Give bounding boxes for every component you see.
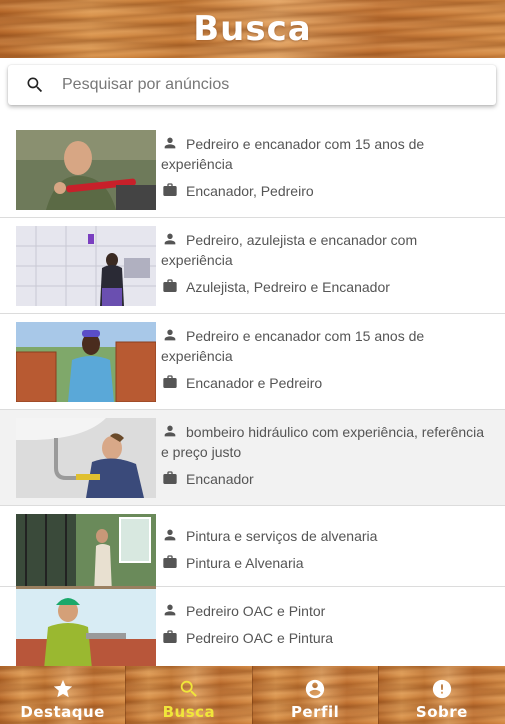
tab-label: Perfil (290, 703, 340, 721)
briefcase-icon (161, 374, 179, 390)
tab-label: Sobre (415, 703, 468, 721)
briefcase-icon (161, 554, 179, 570)
person-icon (161, 602, 179, 618)
person-icon (161, 135, 179, 151)
listing-title: Pintura e serviços de alvenaria (186, 528, 378, 544)
tab-sobre[interactable]: Sobre (378, 666, 505, 724)
listing-category: Encanador e Pedreiro (186, 375, 323, 391)
listing-photo (16, 514, 156, 594)
listing-category: Encanador, Pedreiro (186, 183, 314, 199)
listing-category: Azulejista, Pedreiro e Encanador (186, 279, 390, 295)
list-item[interactable]: Pedreiro e encanador com 15 anos de expe… (0, 314, 505, 410)
account-circle-icon (304, 677, 326, 701)
briefcase-icon (161, 278, 179, 294)
person-icon (161, 527, 179, 543)
tab-destaque[interactable]: Destaque (0, 666, 127, 724)
list-item[interactable]: Pedreiro OAC e Pintor Pedreiro OAC e Pin… (0, 587, 505, 666)
list-item[interactable]: bombeiro hidráulico com experiência, ref… (0, 410, 505, 506)
person-icon (161, 423, 179, 439)
app-header: Busca (0, 0, 505, 58)
listing-title: bombeiro hidráulico com experiência, ref… (161, 424, 485, 460)
listing-title: Pedreiro e encanador com 15 anos de expe… (161, 328, 425, 364)
listing-photo (16, 226, 156, 306)
listing-title: Pedreiro OAC e Pintor (186, 603, 326, 619)
bottom-nav: Destaque Busca Perfil Sobre (0, 666, 505, 724)
listing-photo (16, 418, 156, 498)
list-item[interactable]: Pedreiro, azulejista e encanador com exp… (0, 218, 505, 314)
briefcase-icon (161, 470, 179, 486)
listing-photo (16, 322, 156, 402)
list-item[interactable]: Pedreiro e encanador com 15 anos de expe… (0, 122, 505, 218)
tab-label: Destaque (20, 703, 105, 721)
listing-photo (16, 130, 156, 210)
listing-category: Pintura e Alvenaria (186, 555, 304, 571)
search-bar[interactable] (8, 65, 496, 105)
info-icon (431, 677, 453, 701)
listing-category: Encanador (186, 471, 254, 487)
listing-category: Pedreiro OAC e Pintura (186, 630, 334, 646)
listing-list: Pedreiro e encanador com 15 anos de expe… (0, 122, 505, 666)
search-icon (178, 677, 200, 701)
star-icon (52, 677, 74, 701)
tab-perfil[interactable]: Perfil (252, 666, 379, 724)
tab-busca[interactable]: Busca (126, 666, 253, 724)
listing-title: Pedreiro e encanador com 15 anos de expe… (161, 136, 425, 172)
search-icon[interactable] (8, 65, 62, 105)
listing-photo (16, 589, 156, 666)
person-icon (161, 231, 179, 247)
tab-label: Busca (162, 703, 216, 721)
list-item[interactable]: Pintura e serviços de alvenaria Pintura … (0, 506, 505, 594)
person-icon (161, 327, 179, 343)
search-input[interactable] (62, 65, 496, 105)
listing-title: Pedreiro, azulejista e encanador com exp… (161, 232, 418, 268)
briefcase-icon (161, 182, 179, 198)
briefcase-icon (161, 629, 179, 645)
page-title: Busca (193, 9, 312, 49)
